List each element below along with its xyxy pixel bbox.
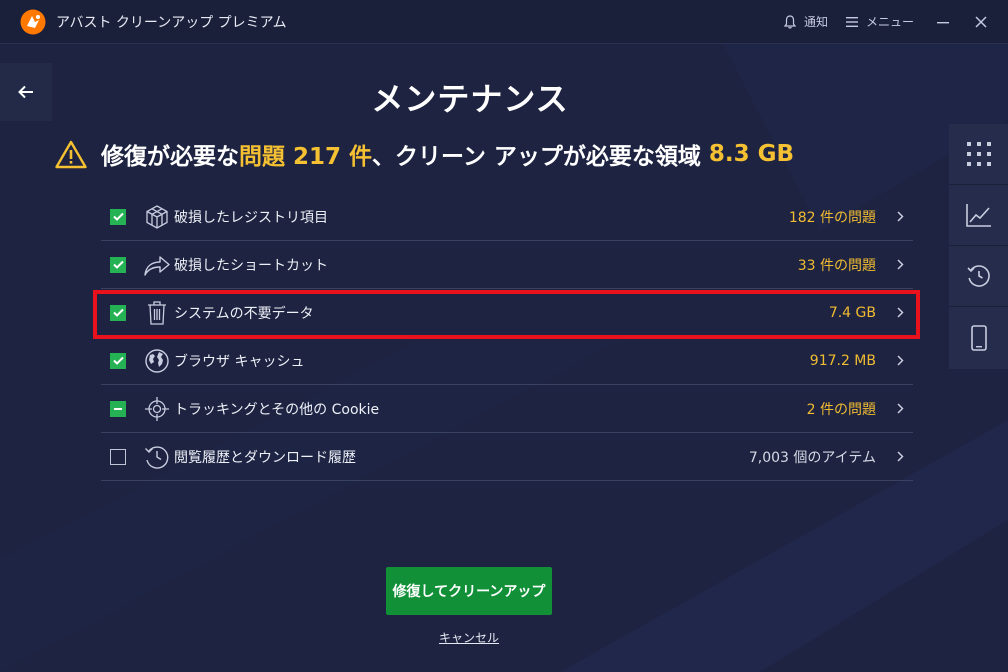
summary-heading: 修復が必要な 問題 217 件 、クリーン アップが必要な領域 8.3 GB	[55, 137, 794, 171]
registry-cube-icon	[146, 204, 168, 229]
maintenance-list: 破損したレジストリ項目 182 件の問題 破損したショートカット 33 件の問題	[101, 193, 913, 481]
fix-and-clean-button[interactable]: 修復してクリーンアップ	[386, 567, 552, 615]
summary-part1: 修復が必要な	[101, 144, 239, 170]
notifications-button[interactable]: 通知	[783, 13, 828, 30]
item-value: 7,003 個のアイテム	[748, 449, 876, 466]
checkbox[interactable]	[110, 352, 126, 369]
history-clock-icon	[145, 445, 169, 469]
crosshair-icon	[145, 396, 169, 421]
close-button[interactable]	[970, 11, 992, 33]
app-title: アバスト クリーンアップ プレミアム	[56, 14, 287, 31]
check-icon	[112, 212, 124, 221]
chevron-right-icon	[896, 307, 904, 318]
check-icon	[112, 356, 124, 365]
summary-problem-count: 217 件	[293, 144, 373, 170]
item-label: 破損したショートカット	[174, 257, 328, 274]
hamburger-icon	[845, 16, 858, 27]
right-rail	[949, 124, 1008, 369]
item-label: システムの不要データ	[174, 305, 314, 322]
phone-icon	[970, 324, 987, 351]
item-value: 33 件の問題	[797, 257, 876, 274]
chart-icon	[965, 204, 991, 227]
item-value: 7.4 GB	[828, 304, 876, 321]
minimize-button[interactable]	[932, 11, 954, 33]
checkbox[interactable]	[110, 448, 126, 465]
item-label: ブラウザ キャッシュ	[174, 353, 305, 370]
rail-grid-button[interactable]	[949, 124, 1008, 185]
item-value: 182 件の問題	[788, 209, 876, 226]
list-item-shortcuts[interactable]: 破損したショートカット 33 件の問題	[101, 241, 913, 289]
minimize-icon	[937, 21, 949, 23]
globe-icon	[145, 348, 169, 373]
avast-logo-icon	[20, 9, 46, 34]
chevron-right-icon	[896, 355, 904, 366]
summary-space: 8.3 GB	[708, 141, 795, 167]
item-value: 2 件の問題	[806, 401, 876, 418]
warning-icon	[55, 140, 87, 168]
title-bar: アバスト クリーンアップ プレミアム 通知 メニュー	[0, 0, 1008, 44]
chevron-right-icon	[896, 403, 904, 414]
item-label: トラッキングとその他の Cookie	[174, 401, 380, 418]
shortcut-arrow-icon	[144, 255, 170, 276]
chevron-right-icon	[896, 451, 904, 462]
notifications-label: 通知	[803, 15, 828, 29]
history-icon	[966, 265, 990, 287]
list-item-registry[interactable]: 破損したレジストリ項目 182 件の問題	[101, 193, 913, 241]
minus-icon	[114, 407, 122, 410]
bell-icon	[783, 14, 796, 29]
menu-button[interactable]: メニュー	[845, 13, 914, 30]
summary-problems-word: 問題	[239, 144, 285, 170]
trash-icon	[148, 300, 166, 325]
rail-chart-button[interactable]	[949, 185, 1008, 246]
list-item-browsing-history[interactable]: 閲覧履歴とダウンロード履歴 7,003 個のアイテム	[101, 433, 913, 481]
summary-part2: 、クリーン アップが必要な領域	[372, 144, 701, 170]
item-label: 破損したレジストリ項目	[174, 209, 328, 226]
checkbox[interactable]	[110, 256, 126, 273]
checkbox[interactable]	[110, 400, 126, 417]
rail-history-button[interactable]	[949, 246, 1008, 307]
chevron-right-icon	[896, 259, 904, 270]
grid-icon	[966, 142, 991, 166]
chevron-right-icon	[896, 211, 904, 222]
check-icon	[112, 308, 124, 317]
close-icon	[975, 15, 987, 28]
checkbox[interactable]	[110, 208, 126, 225]
item-label: 閲覧履歴とダウンロード履歴	[174, 449, 356, 466]
item-value: 917.2 MB	[809, 352, 876, 369]
page-title: メンテナンス	[371, 80, 569, 118]
menu-label: メニュー	[865, 15, 914, 29]
list-item-tracking-cookies[interactable]: トラッキングとその他の Cookie 2 件の問題	[101, 385, 913, 433]
cancel-link[interactable]: キャンセル	[0, 629, 938, 646]
list-item-system-junk[interactable]: システムの不要データ 7.4 GB	[101, 289, 913, 337]
check-icon	[112, 260, 124, 269]
list-item-browser-cache[interactable]: ブラウザ キャッシュ 917.2 MB	[101, 337, 913, 385]
checkbox[interactable]	[110, 304, 126, 321]
rail-mobile-button[interactable]	[949, 307, 1008, 368]
